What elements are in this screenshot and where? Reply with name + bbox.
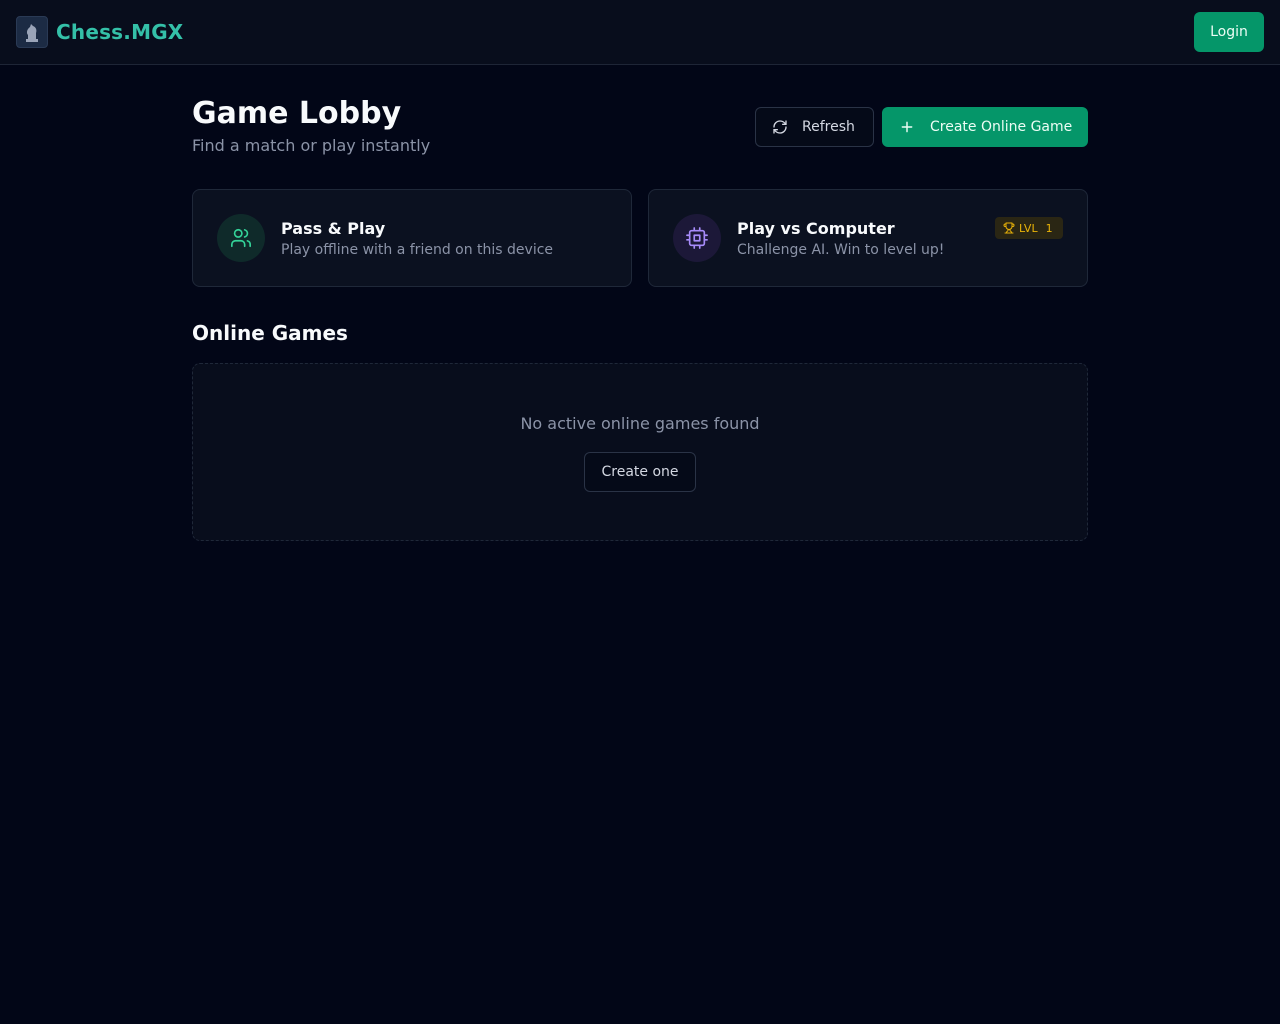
trophy-icon [1003,222,1015,234]
login-button[interactable]: Login [1194,12,1264,52]
users-icon [217,214,265,262]
create-online-game-label: Create Online Game [930,119,1073,135]
brand[interactable]: Chess.MGX [16,16,183,48]
pass-and-play-description: Play offline with a friend on this devic… [281,242,554,258]
empty-state-message: No active online games found [520,414,760,433]
online-games-title: Online Games [192,321,348,345]
refresh-label: Refresh [802,119,855,135]
play-vs-computer-card[interactable]: Play vs Computer Challenge AI. Win to le… [648,189,1088,287]
brand-name: Chess.MGX [56,20,184,44]
online-games-empty-state: No active online games found Create one [192,363,1088,541]
play-vs-computer-description: Challenge AI. Win to level up! [737,242,945,258]
refresh-icon [772,119,788,135]
level-badge-text: LVL [1019,221,1038,235]
play-vs-computer-title: Play vs Computer [737,219,895,238]
cpu-icon [673,214,721,262]
top-navbar: Chess.MGX Login [0,0,1280,65]
page-title: Game Lobby [192,96,402,131]
pass-and-play-title: Pass & Play [281,219,386,238]
pass-and-play-card[interactable]: Pass & Play Play offline with a friend o… [192,189,632,287]
level-badge-value: 1 [1045,221,1053,235]
refresh-button[interactable]: Refresh [755,107,874,147]
create-online-game-button[interactable]: Create Online Game [882,107,1088,147]
create-one-button[interactable]: Create one [584,452,696,492]
knight-chess-icon [16,16,48,48]
level-badge: LVL 1 [995,217,1063,239]
plus-icon [900,120,914,134]
page-subtitle: Find a match or play instantly [192,136,431,155]
